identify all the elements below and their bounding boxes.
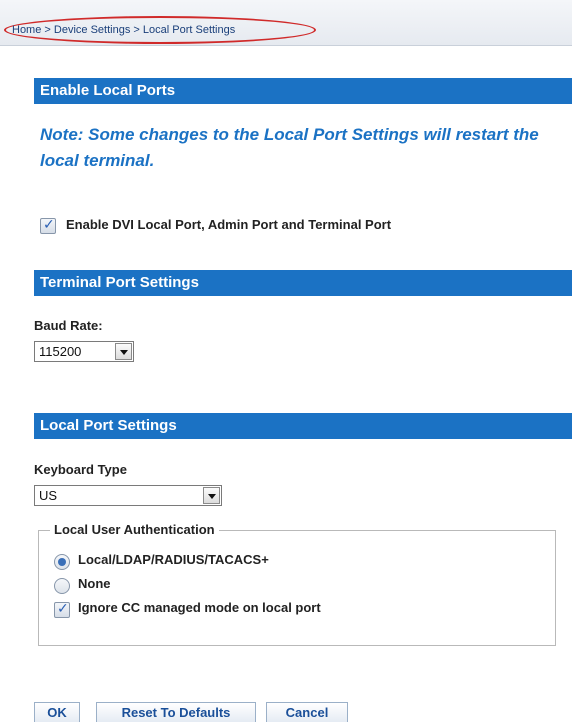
baud-rate-value: 115200 [39, 344, 82, 359]
section-header-enable-local-ports: Enable Local Ports [34, 78, 572, 104]
baud-rate-select[interactable]: 115200 [34, 341, 134, 362]
breadcrumb-device-settings-link[interactable]: Device Settings [54, 24, 130, 36]
ignore-cc-managed-checkbox[interactable] [54, 600, 70, 618]
breadcrumb-separator: > [44, 24, 51, 36]
auth-local-ldap-radio[interactable] [54, 554, 70, 570]
breadcrumb-current-page: Local Port Settings [142, 24, 236, 36]
cancel-button[interactable]: Cancel [266, 702, 348, 722]
enable-local-ports-label: Enable DVI Local Port, Admin Port and Te… [66, 217, 392, 232]
keyboard-type-label: Keyboard Type [34, 462, 127, 477]
keyboard-type-select[interactable]: US [34, 485, 222, 506]
ignore-cc-managed-label: Ignore CC managed mode on local port [78, 600, 321, 615]
breadcrumb-bar: Home > Device Settings > Local Port Sett… [0, 0, 572, 46]
section-header-terminal-port-settings: Terminal Port Settings [34, 270, 572, 296]
reset-to-defaults-button[interactable]: Reset To Defaults [96, 702, 256, 722]
breadcrumb: Home > Device Settings > Local Port Sett… [4, 16, 316, 44]
auth-none-label: None [78, 576, 111, 591]
auth-none-radio[interactable] [54, 578, 70, 594]
local-user-auth-legend: Local User Authentication [50, 522, 219, 537]
baud-rate-label: Baud Rate: [34, 318, 103, 333]
dropdown-arrow-icon[interactable] [203, 487, 220, 504]
auth-local-ldap-label: Local/LDAP/RADIUS/TACACS+ [78, 552, 269, 567]
breadcrumb-separator: > [133, 24, 140, 36]
breadcrumb-home-link[interactable]: Home [12, 24, 41, 36]
enable-local-ports-checkbox[interactable] [40, 216, 56, 234]
local-user-auth-group [38, 530, 556, 646]
ok-button[interactable]: OK [34, 702, 80, 722]
section-header-local-port-settings: Local Port Settings [34, 413, 572, 439]
restart-note: Note: Some changes to the Local Port Set… [40, 125, 539, 170]
keyboard-type-value: US [39, 488, 58, 503]
dropdown-arrow-icon[interactable] [115, 343, 132, 360]
